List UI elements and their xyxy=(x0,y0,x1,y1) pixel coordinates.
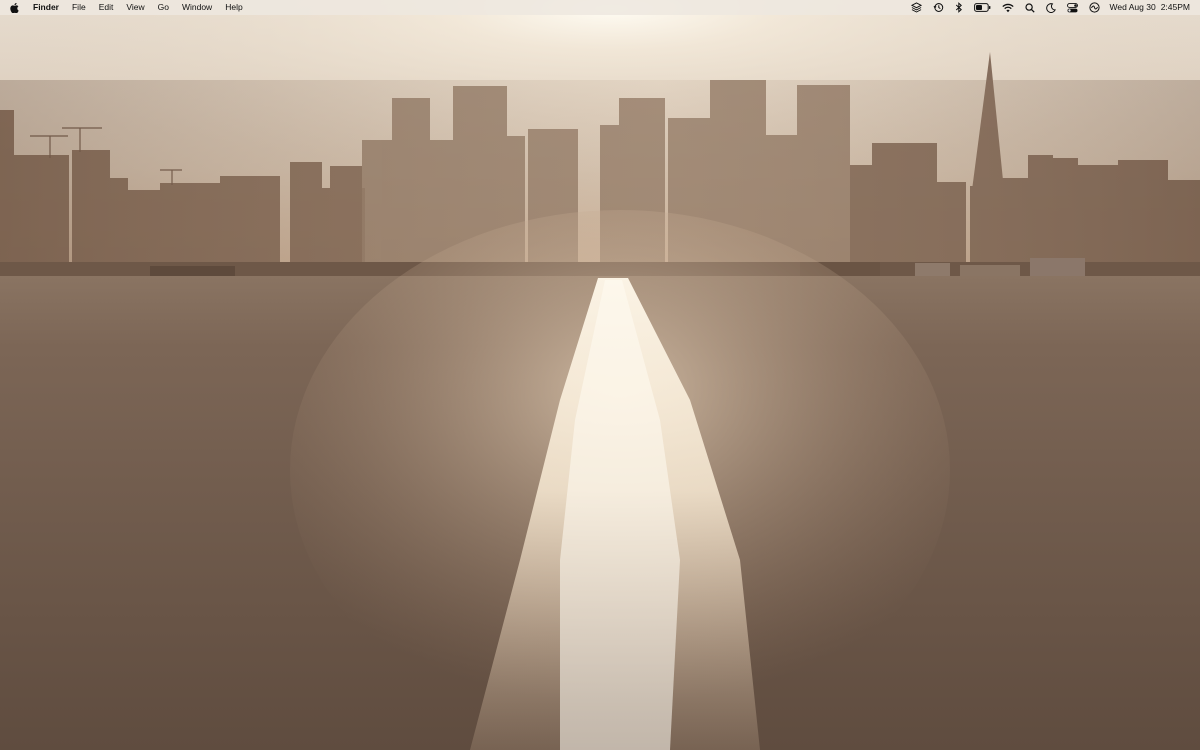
siri-icon[interactable] xyxy=(1088,0,1100,15)
menu-help[interactable]: Help xyxy=(225,0,242,15)
menu-app-finder[interactable]: Finder xyxy=(33,0,59,15)
desktop-wallpaper xyxy=(0,0,1200,750)
menu-file[interactable]: File xyxy=(72,0,86,15)
menu-edit[interactable]: Edit xyxy=(99,0,114,15)
menu-window[interactable]: Window xyxy=(182,0,212,15)
clock-time: 2:45PM xyxy=(1160,2,1190,12)
desktop: Finder File Edit View Go Window Help Wed… xyxy=(0,0,1200,750)
menu-go[interactable]: Go xyxy=(158,0,169,15)
time-machine-icon[interactable] xyxy=(933,0,944,15)
menu-view[interactable]: View xyxy=(126,0,144,15)
menu-bar-left: Finder File Edit View Go Window Help xyxy=(9,0,256,15)
layers-icon[interactable] xyxy=(910,0,922,15)
menu-bar-clock[interactable]: Wed Aug 30 2:45PM xyxy=(1110,0,1190,15)
apple-logo-icon[interactable] xyxy=(9,0,20,15)
battery-icon[interactable] xyxy=(973,0,991,15)
control-center-icon[interactable] xyxy=(1066,0,1078,15)
focus-moon-icon[interactable] xyxy=(1045,0,1056,15)
menu-bar-status-area: Wed Aug 30 2:45PM xyxy=(900,0,1190,15)
menu-bar: Finder File Edit View Go Window Help Wed… xyxy=(0,0,1200,15)
wifi-icon[interactable] xyxy=(1001,0,1014,15)
search-icon[interactable] xyxy=(1024,0,1035,15)
bluetooth-icon[interactable] xyxy=(955,0,963,15)
clock-date: Wed Aug 30 xyxy=(1109,2,1156,12)
